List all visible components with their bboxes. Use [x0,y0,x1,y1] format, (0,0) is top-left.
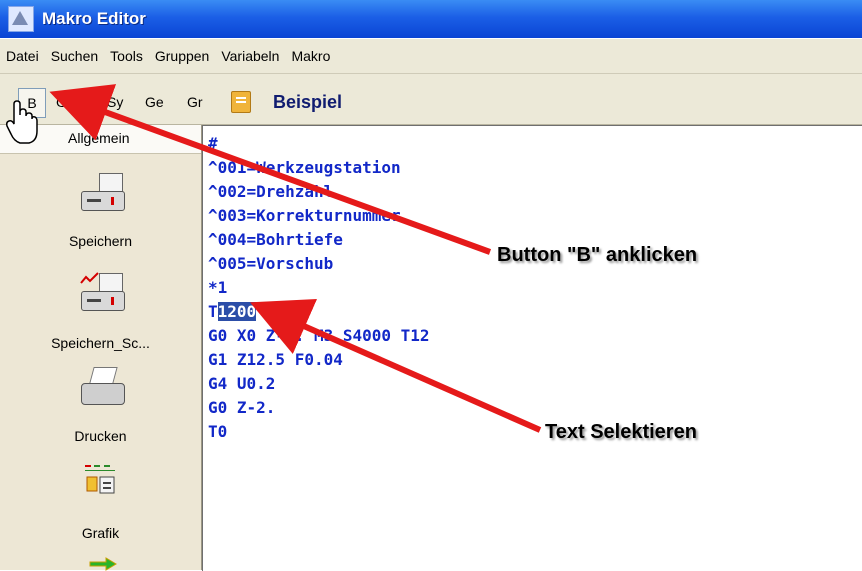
code-line-selected: T1200 [208,300,430,324]
sidebar-item-label: Grafik [81,525,120,541]
sidebar-item-speichern[interactable]: Speichern [0,167,201,249]
save-screen-icon [80,272,125,311]
b-button[interactable]: B [18,88,46,118]
ge-button[interactable]: Ge [145,88,164,116]
sidebar-item-grafik[interactable]: Grafik [0,455,201,545]
code-line-prefix: T [208,302,218,321]
code-line: ^005=Vorschub [208,254,334,273]
group-folder-icon [231,91,251,113]
sidebar-item-speichern-sc[interactable]: Speichern_Sc... [0,265,201,355]
sidebar-header-label: Allgemein [68,130,130,146]
sidebar-item-drucken[interactable]: Drucken [0,365,201,445]
selected-text[interactable]: 1200 [217,302,257,321]
toolbar: B Gl Sy Ge Gr Beispiel [0,74,862,125]
sy-button[interactable]: Sy [107,88,123,116]
code-line: ^002=Drehzahl [208,182,334,201]
code-text[interactable]: # ^001=Werkzeugstation ^002=Drehzahl ^003=K… [208,132,430,444]
title-bar: Makro Editor [0,0,862,38]
menu-bar: Datei Suchen Tools Gruppen Variabeln Mak… [0,39,862,74]
gr-button[interactable]: Gr [187,88,203,116]
menu-suchen[interactable]: Suchen [45,39,104,73]
menu-gruppen[interactable]: Gruppen [149,39,215,73]
menu-variabeln[interactable]: Variabeln [215,39,285,73]
group-label: Beispiel [273,92,343,112]
annotation-select-hint: Text Selektieren [545,421,697,443]
gl-button[interactable]: Gl [56,88,70,116]
code-line: G0 Z-2. [208,398,276,417]
next-arrow-icon [89,557,117,571]
menu-tools[interactable]: Tools [104,39,149,73]
printer-icon [79,367,125,409]
macro-editor[interactable]: # ^001=Werkzeugstation ^002=Drehzahl ^003=K… [202,125,862,571]
code-line: # [208,134,218,153]
sidebar-item-label: Speichern_Sc... [51,335,150,351]
code-line: *1 [208,278,228,297]
menu-datei[interactable]: Datei [0,39,45,73]
code-line: ^003=Korrekturnummer [208,206,401,225]
code-line: G0 X0 Z-1. M3 S4000 T12 [208,326,430,345]
code-line: ^001=Werkzeugstation [208,158,401,177]
sidebar-item-label: Speichern [68,233,133,249]
code-line: G1 Z12.5 F0.04 [208,350,343,369]
code-line: G4 U0.2 [208,374,276,393]
code-line: ^004=Bohrtiefe [208,230,343,249]
annotation-button-hint: Button "B" anklicken [497,244,698,266]
code-line: T0 [208,422,228,441]
sidebar-tab-allgemein[interactable]: Allgemein [0,125,201,154]
app-icon [8,6,34,32]
sidebar-item-label: Drucken [74,428,127,444]
sidebar: Allgemein Speichern Speichern_Sc... Druc… [0,125,202,571]
window-title: Makro Editor [42,9,146,28]
grafik-icon [85,465,115,494]
menu-makro[interactable]: Makro [285,39,336,73]
save-icon [81,173,125,211]
